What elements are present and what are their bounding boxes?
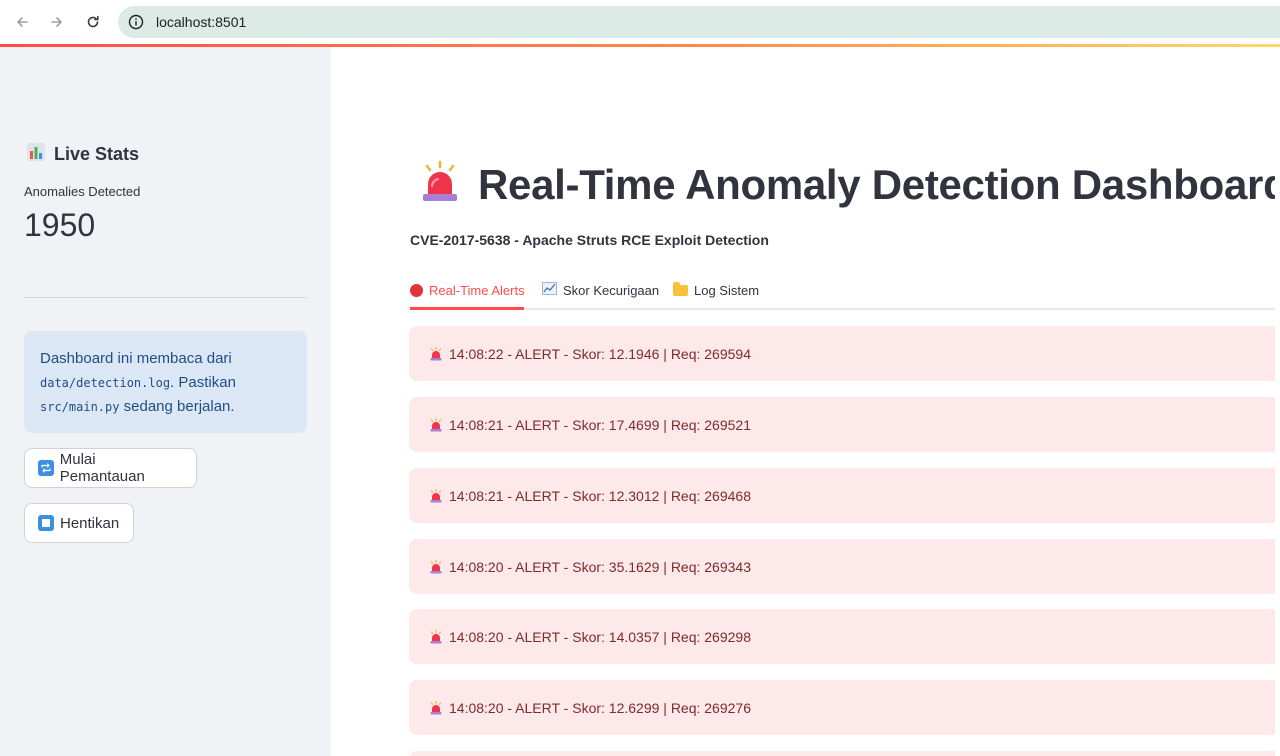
tab-bar: Real-Time Alerts Skor Kecurigaan Log Sis… bbox=[410, 270, 1280, 310]
stop-button[interactable]: Hentikan bbox=[24, 503, 134, 543]
alert-text: 14:08:20 - ALERT - Skor: 14.0357 | Req: … bbox=[449, 628, 751, 645]
info-code-main-path: src/main.py bbox=[40, 400, 120, 414]
alert-item: 14:08:20 - ALERT - Skor: 12.6299 | Req: … bbox=[409, 680, 1280, 735]
site-info-icon[interactable] bbox=[128, 14, 144, 30]
repeat-icon bbox=[38, 460, 54, 476]
live-stats-title: Live Stats bbox=[54, 144, 140, 164]
live-stats-header: Live Stats bbox=[26, 142, 139, 167]
metric-value: 1950 bbox=[24, 207, 96, 243]
siren-icon bbox=[429, 629, 443, 644]
alert-item-partial bbox=[409, 751, 1280, 756]
folder-icon bbox=[673, 281, 688, 296]
info-text-part: . Pastikan bbox=[170, 374, 236, 391]
start-monitoring-label: Mulai Pemantauan bbox=[59, 451, 145, 485]
tab-real-time-alerts[interactable]: Real-Time Alerts bbox=[410, 270, 525, 310]
red-circle-icon bbox=[410, 283, 423, 297]
url-text[interactable]: localhost:8501 bbox=[156, 14, 246, 30]
tab-label: Log Sistem bbox=[694, 282, 760, 298]
siren-icon bbox=[429, 488, 443, 503]
alert-text: 14:08:22 - ALERT - Skor: 12.1946 | Req: … bbox=[449, 345, 751, 362]
scrollbar[interactable] bbox=[1275, 47, 1280, 756]
tab-skor-kecurigaan[interactable]: Skor Kecurigaan bbox=[542, 270, 659, 310]
reload-icon[interactable] bbox=[81, 10, 105, 34]
info-code-log-path: data/detection.log bbox=[40, 376, 171, 390]
chart-icon bbox=[542, 282, 557, 298]
bar-chart-icon bbox=[26, 142, 46, 167]
alert-text: 14:08:20 - ALERT - Skor: 35.1629 | Req: … bbox=[449, 558, 751, 575]
siren-icon bbox=[429, 346, 443, 361]
alert-text: 14:08:20 - ALERT - Skor: 12.6299 | Req: … bbox=[449, 699, 751, 716]
forward-arrow-icon[interactable] bbox=[45, 10, 69, 34]
siren-icon bbox=[429, 559, 443, 574]
tab-label: Skor Kecurigaan bbox=[563, 282, 660, 298]
tab-log-sistem[interactable]: Log Sistem bbox=[673, 270, 759, 310]
address-bar[interactable]: localhost:8501 bbox=[118, 6, 1280, 38]
alert-text: 14:08:21 - ALERT - Skor: 17.4699 | Req: … bbox=[449, 416, 751, 433]
alert-item: 14:08:21 - ALERT - Skor: 12.3012 | Req: … bbox=[409, 468, 1280, 523]
tab-label: Real-Time Alerts bbox=[429, 282, 525, 298]
info-text-part: sedang berjalan. bbox=[119, 398, 235, 415]
alert-item: 14:08:20 - ALERT - Skor: 35.1629 | Req: … bbox=[409, 539, 1280, 594]
page-title: Real-Time Anomaly Detection Dashboard bbox=[478, 160, 1280, 208]
start-monitoring-button[interactable]: Mulai Pemantauan bbox=[24, 448, 197, 488]
alert-item: 14:08:21 - ALERT - Skor: 17.4699 | Req: … bbox=[409, 397, 1280, 452]
info-message: Dashboard ini membaca dari data/detectio… bbox=[24, 331, 307, 433]
alert-text: 14:08:21 - ALERT - Skor: 12.3012 | Req: … bbox=[449, 487, 751, 504]
stop-square-icon bbox=[38, 515, 54, 531]
browser-toolbar: localhost:8501 bbox=[0, 0, 1280, 44]
stop-label: Hentikan bbox=[60, 514, 120, 532]
page-header: Real-Time Anomaly Detection Dashboard bbox=[420, 160, 1280, 209]
metric-label: Anomalies Detected bbox=[24, 184, 141, 199]
alert-item: 14:08:20 - ALERT - Skor: 14.0357 | Req: … bbox=[409, 609, 1280, 664]
info-text-part: Dashboard ini membaca dari bbox=[40, 350, 232, 367]
sidebar: Live Stats Anomalies Detected 1950 Dashb… bbox=[0, 47, 331, 756]
siren-icon bbox=[429, 700, 443, 715]
alert-item: 14:08:22 - ALERT - Skor: 12.1946 | Req: … bbox=[409, 326, 1280, 381]
siren-icon bbox=[420, 160, 460, 209]
divider bbox=[24, 297, 307, 298]
back-arrow-icon[interactable] bbox=[10, 10, 34, 34]
active-tab-indicator bbox=[410, 307, 524, 310]
siren-icon bbox=[429, 417, 443, 432]
page-subtitle: CVE-2017-5638 - Apache Struts RCE Exploi… bbox=[410, 232, 769, 248]
